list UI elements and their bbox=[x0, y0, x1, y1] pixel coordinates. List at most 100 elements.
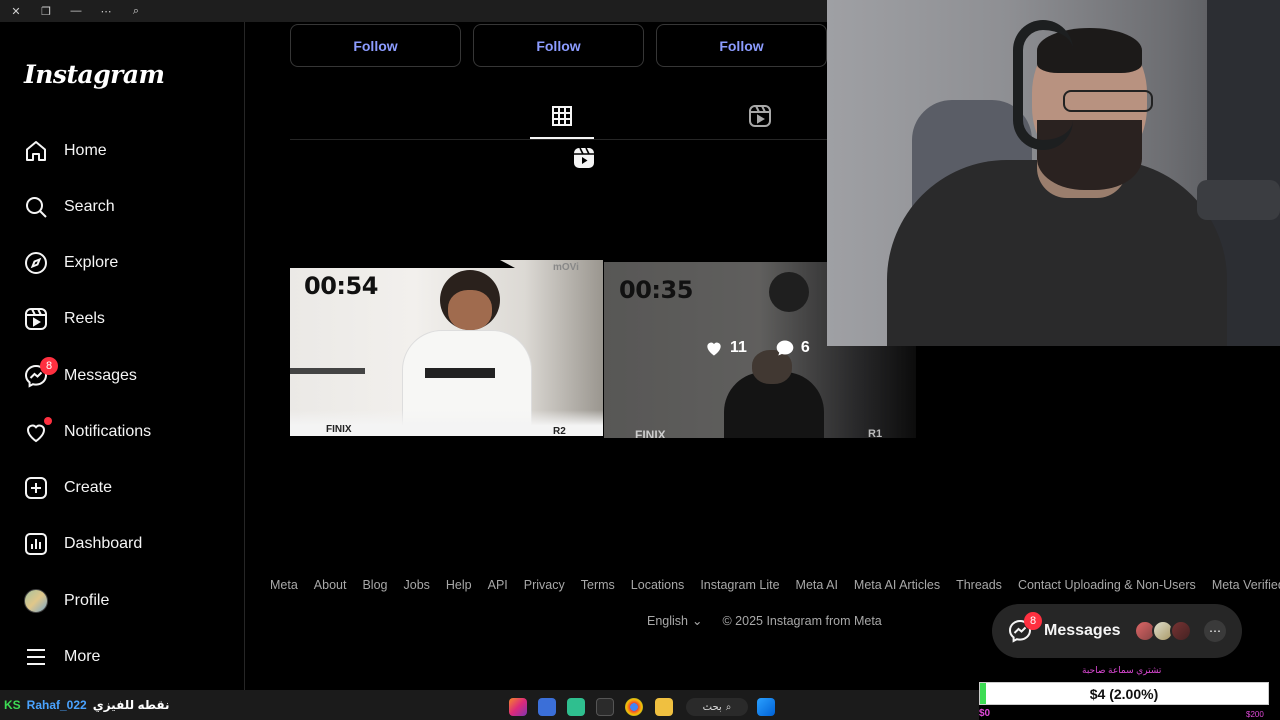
post-tag-right: R2 bbox=[553, 426, 566, 436]
video-duration: 00:54 bbox=[304, 272, 378, 300]
minimize-icon[interactable]: — bbox=[68, 3, 84, 19]
footer-link[interactable]: Help bbox=[446, 578, 472, 592]
instagram-logo[interactable]: Instagram bbox=[24, 60, 165, 89]
language-select[interactable]: English ⌄ bbox=[647, 613, 702, 629]
nav-label: More bbox=[64, 648, 101, 665]
footer-links: Meta About Blog Jobs Help API Privacy Te… bbox=[270, 578, 1280, 592]
footer-link[interactable]: Meta Verified bbox=[1212, 578, 1280, 592]
avatar bbox=[24, 589, 48, 613]
footer-link[interactable]: Jobs bbox=[404, 578, 430, 592]
ticker-prefix: KS bbox=[4, 698, 21, 712]
windows-start-icon[interactable] bbox=[757, 698, 775, 716]
nav-label: Create bbox=[64, 479, 113, 496]
footer-link[interactable]: Locations bbox=[631, 578, 685, 592]
footer-link[interactable]: About bbox=[314, 578, 347, 592]
messages-pill[interactable]: 8 Messages ⋯ bbox=[992, 604, 1242, 658]
nav-profile[interactable]: Profile bbox=[12, 577, 234, 625]
watermark: mOVi bbox=[553, 262, 579, 273]
browser-chrome: ✕ ❐ — ⋯ ⌕ bbox=[0, 0, 827, 22]
nav-notifications[interactable]: Notifications bbox=[12, 408, 234, 456]
donation-max: $200 bbox=[1246, 710, 1264, 719]
nav-label: Explore bbox=[64, 254, 119, 271]
nav-label: Dashboard bbox=[64, 535, 143, 552]
webcam-overlay bbox=[827, 0, 1280, 346]
footer-link[interactable]: API bbox=[488, 578, 508, 592]
follow-button[interactable]: Follow bbox=[290, 24, 461, 67]
heart-icon bbox=[707, 342, 721, 356]
nav-label: Profile bbox=[64, 592, 110, 609]
grid-icon[interactable] bbox=[550, 104, 574, 128]
comment-count: 6 bbox=[800, 339, 810, 356]
close-icon[interactable]: ✕ bbox=[8, 3, 24, 19]
follow-button[interactable]: Follow bbox=[473, 24, 644, 67]
chrome-icon[interactable] bbox=[625, 698, 643, 716]
restore-icon[interactable]: ❐ bbox=[38, 3, 54, 19]
menu-icon bbox=[24, 645, 48, 669]
nav-explore[interactable]: Explore bbox=[12, 239, 234, 287]
nav-reels[interactable]: Reels bbox=[12, 295, 234, 343]
video-duration: 00:35 bbox=[619, 276, 693, 304]
footer-link[interactable]: Threads bbox=[956, 578, 1002, 592]
folder-icon[interactable] bbox=[655, 698, 673, 716]
ticker-text: نقطه للفيزي bbox=[92, 698, 170, 712]
footer-link[interactable]: Terms bbox=[581, 578, 615, 592]
recent-chat-avatars bbox=[1134, 620, 1192, 642]
taskbar-search[interactable]: بحث ⌕ bbox=[686, 698, 748, 716]
instagram-app-icon[interactable] bbox=[509, 698, 527, 716]
reels-indicator-icon bbox=[572, 146, 596, 170]
nav-more[interactable]: More bbox=[12, 633, 234, 681]
search-label: بحث bbox=[702, 701, 722, 713]
home-icon bbox=[24, 139, 48, 163]
follow-button[interactable]: Follow bbox=[656, 24, 827, 67]
avatar bbox=[1170, 620, 1192, 642]
donation-title: تشتري سماعة صاحبة bbox=[1082, 665, 1162, 675]
nav-label: Notifications bbox=[64, 423, 152, 440]
reels-icon bbox=[24, 307, 48, 331]
plus-square-icon bbox=[24, 476, 48, 500]
reels-icon[interactable] bbox=[748, 104, 772, 128]
app-icon[interactable] bbox=[538, 698, 556, 716]
donation-amount: $4 (2.00%) bbox=[1089, 685, 1159, 702]
footer-bottom: English ⌄ © 2025 Instagram from Meta bbox=[647, 613, 882, 629]
footer-link[interactable]: Blog bbox=[362, 578, 387, 592]
like-count: 11 bbox=[730, 339, 747, 356]
chat-ticker: KS Rahaf_022 نقطه للفيزي bbox=[4, 698, 170, 712]
heart-icon bbox=[24, 417, 52, 444]
donation-min: $0 bbox=[979, 708, 991, 719]
app-icon[interactable] bbox=[567, 698, 585, 716]
footer-link[interactable]: Meta AI bbox=[796, 578, 838, 592]
tabs-divider bbox=[290, 139, 827, 140]
messages-pill-label: Messages bbox=[1044, 622, 1121, 639]
messenger-icon: 8 bbox=[1008, 612, 1042, 643]
post-tag-left: FINIX bbox=[635, 428, 666, 438]
ticker-user: Rahaf_022 bbox=[26, 698, 87, 712]
nav-label: Reels bbox=[64, 310, 105, 327]
footer-link[interactable]: Privacy bbox=[524, 578, 565, 592]
notification-dot bbox=[44, 417, 52, 425]
more-icon[interactable]: ⋯ bbox=[98, 3, 114, 19]
nav-messages[interactable]: 8 Messages bbox=[12, 352, 234, 400]
donation-progress-bar: $4 (2.00%) bbox=[979, 682, 1269, 705]
nav-label: Home bbox=[64, 142, 107, 159]
post-thumbnail[interactable]: 00:54 mOVi FINIX R2 bbox=[290, 260, 603, 436]
nav-label: Search bbox=[64, 198, 115, 215]
language-label: English bbox=[647, 613, 688, 628]
footer-link[interactable]: Instagram Lite bbox=[700, 578, 779, 592]
more-icon[interactable]: ⋯ bbox=[1204, 620, 1226, 642]
footer-link[interactable]: Meta bbox=[270, 578, 298, 592]
search-icon: ⌕ bbox=[725, 701, 732, 713]
terminal-icon[interactable] bbox=[596, 698, 614, 716]
footer-link[interactable]: Contact Uploading & Non-Users bbox=[1018, 578, 1196, 592]
post-tag-right: R1 bbox=[868, 428, 883, 438]
copyright: © 2025 Instagram from Meta bbox=[722, 613, 882, 628]
footer-link[interactable]: Meta AI Articles bbox=[854, 578, 940, 592]
nav-search[interactable]: Search bbox=[12, 183, 234, 231]
post-stats-overlay: 11 6 bbox=[704, 338, 810, 358]
nav-home[interactable]: Home bbox=[12, 127, 234, 175]
search-icon bbox=[24, 195, 48, 219]
nav-dashboard[interactable]: Dashboard bbox=[12, 520, 234, 568]
post-tag-left: FINIX bbox=[326, 424, 352, 435]
zoom-icon[interactable]: ⌕ bbox=[128, 3, 144, 19]
comment-icon bbox=[776, 340, 794, 356]
nav-create[interactable]: Create bbox=[12, 464, 234, 512]
